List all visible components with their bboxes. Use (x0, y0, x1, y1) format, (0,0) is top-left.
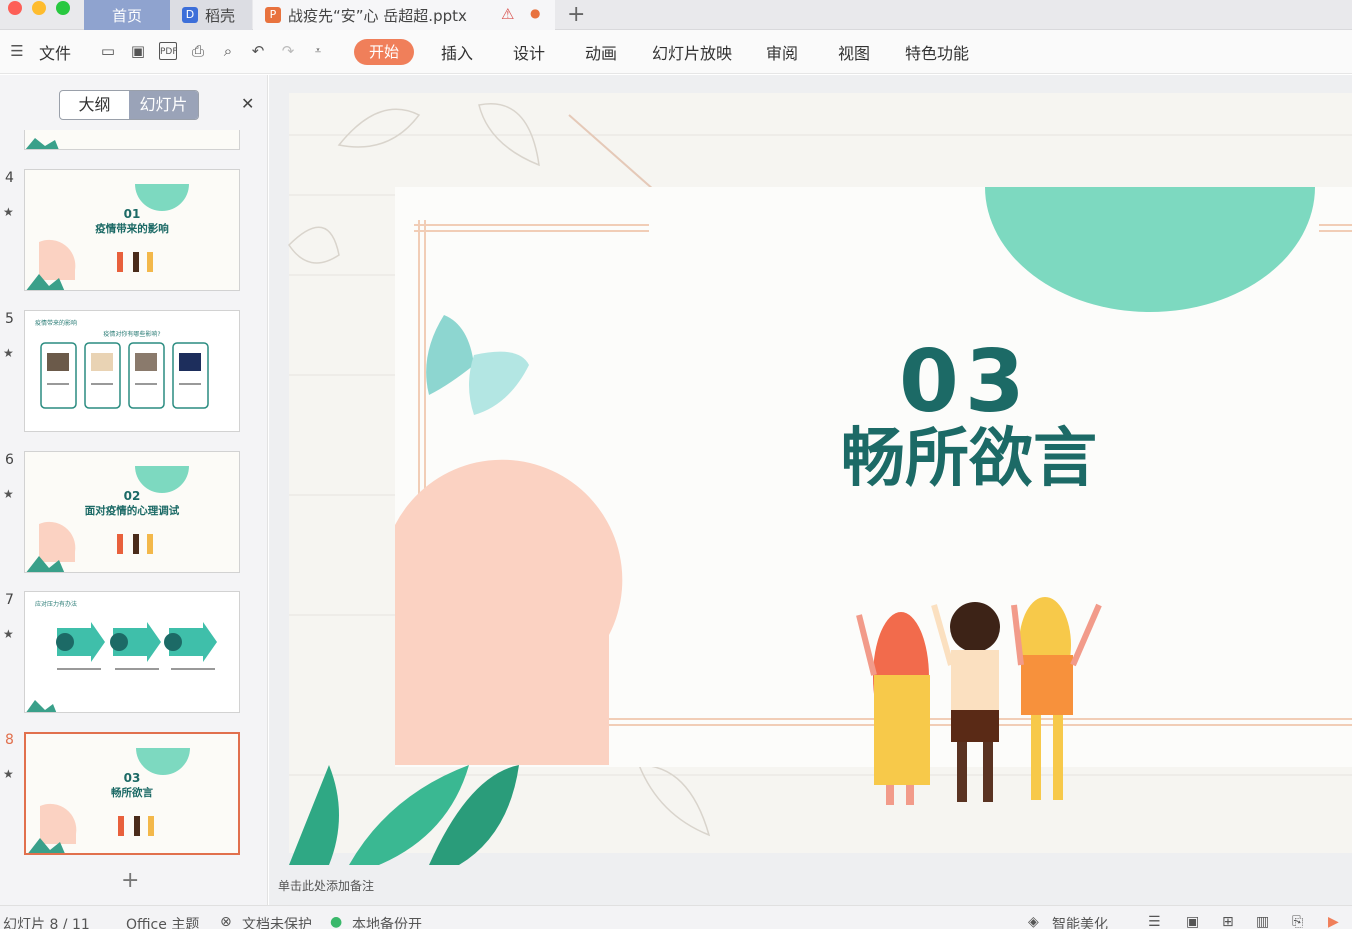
thumbnail-section-number: 01 (123, 207, 141, 221)
menu-view[interactable]: 视图 (838, 40, 870, 64)
main-toolbar: ☰ 文件 ▭ ▣ PDF ⎙ ⌕ ↶ ↷ ⩡ 开始 插入 设计 动画 幻灯片放映… (0, 30, 1352, 74)
slide-sorter-icon[interactable]: ⊞ (1222, 914, 1234, 929)
menu-slideshow[interactable]: 幻灯片放映 (652, 40, 732, 64)
slide-thumbnail-6[interactable]: 02 面对疫情的心理调试 (24, 451, 240, 573)
thumbnail-section-number: 02 (123, 489, 141, 503)
slide-section-number[interactable]: 03 (899, 337, 1025, 427)
close-panel-icon[interactable]: ✕ (241, 94, 254, 113)
slide-thumbnail-5[interactable]: 疫情带来的影响 疫情对你有哪些影响? (24, 310, 240, 432)
slide-title[interactable]: 畅所欲言 (829, 423, 1109, 495)
print-icon[interactable]: ⎙ (189, 42, 207, 60)
presenter-icon[interactable]: ⎘ (1292, 914, 1303, 929)
save-icon[interactable]: ▣ (129, 42, 147, 60)
minimize-window-button[interactable] (32, 1, 46, 15)
reading-view-icon[interactable]: ▥ (1256, 914, 1269, 929)
file-menu[interactable]: 文件 (39, 40, 71, 64)
notes-toggle-icon[interactable]: ☰ (1148, 914, 1161, 929)
slide-number: 8 (5, 732, 14, 748)
theme-name[interactable]: Office 主题 (126, 914, 199, 929)
tab-outline[interactable]: 大纲 (60, 91, 129, 119)
slide-number: 6 (5, 452, 14, 468)
redo-icon[interactable]: ↷ (279, 42, 297, 60)
presentation-icon: P (265, 7, 281, 23)
title-tab-bar: 首页 D 稻壳 P 战疫先“安”心 岳超超.pptx ⚠ ● + (0, 0, 1352, 30)
animation-star-icon: ★ (3, 487, 14, 501)
new-tab-button[interactable]: + (567, 2, 585, 27)
beautify-icon: ◈ (1028, 914, 1039, 929)
thumbnail-title: 畅所欲言 (111, 787, 153, 799)
leaf-decoration-icon (25, 138, 59, 149)
wps-presentation-window: 首页 D 稻壳 P 战疫先“安”心 岳超超.pptx ⚠ ● + ☰ 文件 ▭ … (0, 0, 1352, 929)
animation-star-icon: ★ (3, 627, 14, 641)
tab-daoke-label: 稻壳 (205, 6, 236, 25)
animation-star-icon: ★ (3, 767, 14, 781)
tab-slides[interactable]: 幻灯片 (129, 91, 198, 119)
daoke-icon: D (182, 7, 198, 23)
thumbnail-cards (40, 342, 209, 409)
slide-thumbnail-7[interactable]: 应对压力有办法 (24, 591, 240, 713)
slide-panel: 大纲 幻灯片 ✕ 4 ★ 01 疫情带来的影响 5 ★ 疫情带来的影响 疫情对你… (0, 75, 268, 905)
slide-editor: 03 畅所欲言 (269, 75, 1352, 905)
tab-document-label: 战疫先“安”心 岳超超.pptx (288, 6, 467, 25)
zoom-window-button[interactable] (56, 1, 70, 15)
slide-number: 7 (5, 592, 14, 608)
more-icon[interactable]: ⩡ (309, 42, 327, 60)
backup-status[interactable]: 本地备份开 (352, 914, 422, 929)
warning-icon[interactable]: ⚠ (501, 5, 514, 23)
pdf-icon[interactable]: PDF (159, 42, 178, 60)
view-switch: 大纲 幻灯片 (59, 90, 199, 120)
slide-number: 4 (5, 170, 14, 186)
backup-icon: ● (330, 914, 343, 929)
menu-start[interactable]: 开始 (354, 39, 414, 65)
normal-view-icon[interactable]: ▣ (1186, 914, 1199, 929)
animation-star-icon: ★ (3, 205, 14, 219)
slide-thumbnail-3-partial[interactable] (24, 130, 240, 150)
tab-document[interactable]: P 战疫先“安”心 岳超超.pptx ⚠ ● (253, 0, 555, 30)
add-slide-button[interactable]: + (121, 868, 139, 893)
thumbnail-arrows (26, 622, 217, 712)
status-bar: 幻灯片 8 / 11 Office 主题 ⊗ 文档未保护 ● 本地备份开 ◈ 智… (0, 905, 1352, 929)
menu-design[interactable]: 设计 (513, 40, 545, 64)
open-folder-icon[interactable]: ▭ (99, 42, 117, 60)
tab-home-label: 首页 (111, 6, 142, 25)
slide-counter: 幻灯片 8 / 11 (3, 917, 90, 929)
tab-daoke[interactable]: D 稻壳 (170, 0, 252, 30)
protection-status[interactable]: 文档未保护 (242, 914, 312, 929)
notes-placeholder[interactable]: 单击此处添加备注 (278, 877, 374, 894)
slide-canvas[interactable] (269, 75, 1352, 865)
smart-beautify-button[interactable]: 智能美化 (1052, 914, 1108, 929)
slide-number: 5 (5, 311, 14, 327)
thumbnail-section-number: 03 (123, 771, 141, 785)
menu-animation[interactable]: 动画 (585, 40, 617, 64)
menu-special-features[interactable]: 特色功能 (905, 40, 969, 64)
menu-insert[interactable]: 插入 (441, 40, 473, 64)
tab-home[interactable]: 首页 (84, 0, 170, 30)
play-slideshow-icon[interactable]: ▶ (1328, 914, 1339, 929)
hamburger-icon[interactable]: ☰ (8, 42, 26, 60)
undo-icon[interactable]: ↶ (249, 42, 267, 60)
animation-star-icon: ★ (3, 346, 14, 360)
slide-thumbnail-4[interactable]: 01 疫情带来的影响 (24, 169, 240, 291)
unsaved-dot-icon: ● (530, 6, 541, 20)
preview-icon[interactable]: ⌕ (219, 42, 237, 60)
slide-thumbnail-8[interactable]: 03 畅所欲言 (24, 732, 240, 855)
close-window-button[interactable] (8, 1, 22, 15)
thumbnail-title: 面对疫情的心理调试 (84, 505, 180, 517)
menu-review[interactable]: 审阅 (766, 40, 798, 64)
thumbnail-title: 疫情带来的影响 (95, 223, 169, 235)
shield-icon: ⊗ (220, 914, 232, 929)
